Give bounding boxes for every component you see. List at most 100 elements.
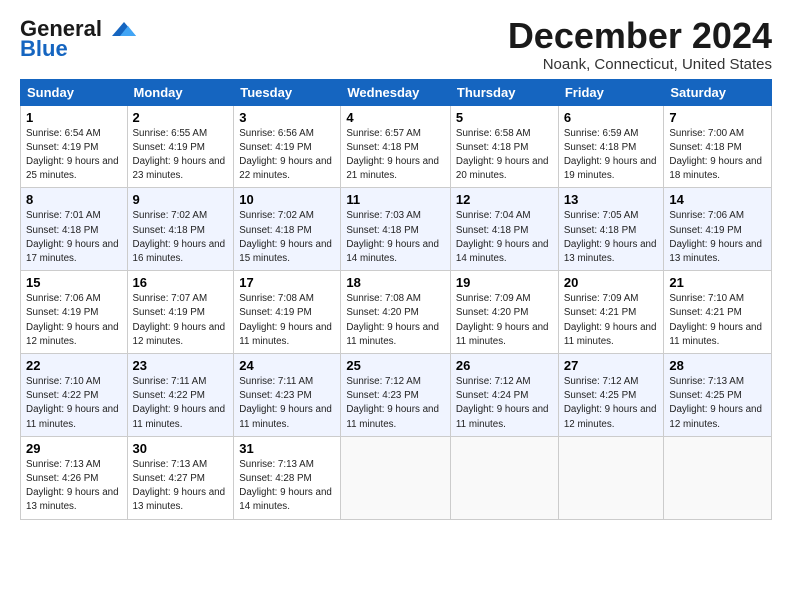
calendar-week-4: 22 Sunrise: 7:10 AMSunset: 4:22 PMDaylig… xyxy=(21,354,772,437)
day-number: 22 xyxy=(26,358,122,373)
calendar-cell xyxy=(450,436,558,519)
calendar-cell: 26 Sunrise: 7:12 AMSunset: 4:24 PMDaylig… xyxy=(450,354,558,437)
day-number: 10 xyxy=(239,192,335,207)
calendar-cell: 20 Sunrise: 7:09 AMSunset: 4:21 PMDaylig… xyxy=(558,271,664,354)
day-info: Sunrise: 7:01 AMSunset: 4:18 PMDaylight:… xyxy=(26,209,122,266)
calendar-cell: 1 Sunrise: 6:54 AMSunset: 4:19 PMDayligh… xyxy=(21,105,128,188)
day-number: 30 xyxy=(133,441,229,456)
col-wednesday: Wednesday xyxy=(341,79,451,105)
calendar-cell: 27 Sunrise: 7:12 AMSunset: 4:25 PMDaylig… xyxy=(558,354,664,437)
day-info: Sunrise: 7:04 AMSunset: 4:18 PMDaylight:… xyxy=(456,209,553,266)
day-info: Sunrise: 7:12 AMSunset: 4:24 PMDaylight:… xyxy=(456,375,553,432)
day-info: Sunrise: 7:12 AMSunset: 4:25 PMDaylight:… xyxy=(564,375,659,432)
day-info: Sunrise: 6:55 AMSunset: 4:19 PMDaylight:… xyxy=(133,127,229,184)
day-number: 14 xyxy=(669,192,766,207)
day-info: Sunrise: 7:07 AMSunset: 4:19 PMDaylight:… xyxy=(133,292,229,349)
day-info: Sunrise: 7:03 AMSunset: 4:18 PMDaylight:… xyxy=(346,209,445,266)
calendar-cell: 3 Sunrise: 6:56 AMSunset: 4:19 PMDayligh… xyxy=(234,105,341,188)
day-info: Sunrise: 7:05 AMSunset: 4:18 PMDaylight:… xyxy=(564,209,659,266)
calendar-cell: 30 Sunrise: 7:13 AMSunset: 4:27 PMDaylig… xyxy=(127,436,234,519)
day-number: 11 xyxy=(346,192,445,207)
day-info: Sunrise: 7:08 AMSunset: 4:20 PMDaylight:… xyxy=(346,292,445,349)
calendar-cell: 9 Sunrise: 7:02 AMSunset: 4:18 PMDayligh… xyxy=(127,188,234,271)
day-info: Sunrise: 7:13 AMSunset: 4:25 PMDaylight:… xyxy=(669,375,766,432)
day-number: 9 xyxy=(133,192,229,207)
day-number: 24 xyxy=(239,358,335,373)
day-number: 29 xyxy=(26,441,122,456)
calendar-week-1: 1 Sunrise: 6:54 AMSunset: 4:19 PMDayligh… xyxy=(21,105,772,188)
day-info: Sunrise: 7:02 AMSunset: 4:18 PMDaylight:… xyxy=(239,209,335,266)
day-number: 12 xyxy=(456,192,553,207)
day-number: 23 xyxy=(133,358,229,373)
calendar-week-2: 8 Sunrise: 7:01 AMSunset: 4:18 PMDayligh… xyxy=(21,188,772,271)
day-info: Sunrise: 7:08 AMSunset: 4:19 PMDaylight:… xyxy=(239,292,335,349)
day-number: 13 xyxy=(564,192,659,207)
day-number: 21 xyxy=(669,275,766,290)
day-number: 27 xyxy=(564,358,659,373)
day-number: 16 xyxy=(133,275,229,290)
calendar-cell: 6 Sunrise: 6:59 AMSunset: 4:18 PMDayligh… xyxy=(558,105,664,188)
calendar-cell: 12 Sunrise: 7:04 AMSunset: 4:18 PMDaylig… xyxy=(450,188,558,271)
day-info: Sunrise: 6:56 AMSunset: 4:19 PMDaylight:… xyxy=(239,127,335,184)
day-info: Sunrise: 7:10 AMSunset: 4:22 PMDaylight:… xyxy=(26,375,122,432)
day-number: 4 xyxy=(346,110,445,125)
calendar-cell: 15 Sunrise: 7:06 AMSunset: 4:19 PMDaylig… xyxy=(21,271,128,354)
calendar-cell: 28 Sunrise: 7:13 AMSunset: 4:25 PMDaylig… xyxy=(664,354,772,437)
day-number: 5 xyxy=(456,110,553,125)
calendar-week-3: 15 Sunrise: 7:06 AMSunset: 4:19 PMDaylig… xyxy=(21,271,772,354)
day-info: Sunrise: 6:54 AMSunset: 4:19 PMDaylight:… xyxy=(26,127,122,184)
calendar-cell: 21 Sunrise: 7:10 AMSunset: 4:21 PMDaylig… xyxy=(664,271,772,354)
day-info: Sunrise: 7:11 AMSunset: 4:23 PMDaylight:… xyxy=(239,375,335,432)
day-number: 19 xyxy=(456,275,553,290)
calendar-cell: 14 Sunrise: 7:06 AMSunset: 4:19 PMDaylig… xyxy=(664,188,772,271)
day-info: Sunrise: 7:12 AMSunset: 4:23 PMDaylight:… xyxy=(346,375,445,432)
day-number: 6 xyxy=(564,110,659,125)
calendar-cell: 17 Sunrise: 7:08 AMSunset: 4:19 PMDaylig… xyxy=(234,271,341,354)
day-number: 25 xyxy=(346,358,445,373)
header: General Blue December 2024 Noank, Connec… xyxy=(20,16,772,73)
day-info: Sunrise: 6:57 AMSunset: 4:18 PMDaylight:… xyxy=(346,127,445,184)
day-info: Sunrise: 7:00 AMSunset: 4:18 PMDaylight:… xyxy=(669,127,766,184)
day-info: Sunrise: 7:06 AMSunset: 4:19 PMDaylight:… xyxy=(26,292,122,349)
title-block: December 2024 Noank, Connecticut, United… xyxy=(508,16,772,73)
calendar-cell: 11 Sunrise: 7:03 AMSunset: 4:18 PMDaylig… xyxy=(341,188,451,271)
calendar-cell: 25 Sunrise: 7:12 AMSunset: 4:23 PMDaylig… xyxy=(341,354,451,437)
day-number: 17 xyxy=(239,275,335,290)
calendar-cell xyxy=(341,436,451,519)
day-info: Sunrise: 7:13 AMSunset: 4:27 PMDaylight:… xyxy=(133,458,229,515)
col-monday: Monday xyxy=(127,79,234,105)
calendar-cell: 13 Sunrise: 7:05 AMSunset: 4:18 PMDaylig… xyxy=(558,188,664,271)
calendar-cell: 31 Sunrise: 7:13 AMSunset: 4:28 PMDaylig… xyxy=(234,436,341,519)
calendar-cell: 19 Sunrise: 7:09 AMSunset: 4:20 PMDaylig… xyxy=(450,271,558,354)
calendar-cell xyxy=(558,436,664,519)
day-info: Sunrise: 7:06 AMSunset: 4:19 PMDaylight:… xyxy=(669,209,766,266)
day-number: 8 xyxy=(26,192,122,207)
day-info: Sunrise: 7:13 AMSunset: 4:28 PMDaylight:… xyxy=(239,458,335,515)
day-number: 7 xyxy=(669,110,766,125)
calendar-cell: 10 Sunrise: 7:02 AMSunset: 4:18 PMDaylig… xyxy=(234,188,341,271)
calendar-cell: 7 Sunrise: 7:00 AMSunset: 4:18 PMDayligh… xyxy=(664,105,772,188)
day-number: 3 xyxy=(239,110,335,125)
calendar-cell xyxy=(664,436,772,519)
calendar-cell: 24 Sunrise: 7:11 AMSunset: 4:23 PMDaylig… xyxy=(234,354,341,437)
calendar-cell: 29 Sunrise: 7:13 AMSunset: 4:26 PMDaylig… xyxy=(21,436,128,519)
col-friday: Friday xyxy=(558,79,664,105)
calendar-cell: 8 Sunrise: 7:01 AMSunset: 4:18 PMDayligh… xyxy=(21,188,128,271)
day-number: 31 xyxy=(239,441,335,456)
logo-blue: Blue xyxy=(20,36,68,62)
header-row: Sunday Monday Tuesday Wednesday Thursday… xyxy=(21,79,772,105)
calendar-cell: 2 Sunrise: 6:55 AMSunset: 4:19 PMDayligh… xyxy=(127,105,234,188)
calendar-week-5: 29 Sunrise: 7:13 AMSunset: 4:26 PMDaylig… xyxy=(21,436,772,519)
calendar-cell: 22 Sunrise: 7:10 AMSunset: 4:22 PMDaylig… xyxy=(21,354,128,437)
calendar-cell: 23 Sunrise: 7:11 AMSunset: 4:22 PMDaylig… xyxy=(127,354,234,437)
col-sunday: Sunday xyxy=(21,79,128,105)
day-number: 28 xyxy=(669,358,766,373)
calendar-cell: 18 Sunrise: 7:08 AMSunset: 4:20 PMDaylig… xyxy=(341,271,451,354)
day-number: 15 xyxy=(26,275,122,290)
location: Noank, Connecticut, United States xyxy=(508,56,772,73)
calendar-table: Sunday Monday Tuesday Wednesday Thursday… xyxy=(20,79,772,520)
calendar-cell: 16 Sunrise: 7:07 AMSunset: 4:19 PMDaylig… xyxy=(127,271,234,354)
day-number: 20 xyxy=(564,275,659,290)
day-info: Sunrise: 7:09 AMSunset: 4:20 PMDaylight:… xyxy=(456,292,553,349)
day-info: Sunrise: 7:11 AMSunset: 4:22 PMDaylight:… xyxy=(133,375,229,432)
